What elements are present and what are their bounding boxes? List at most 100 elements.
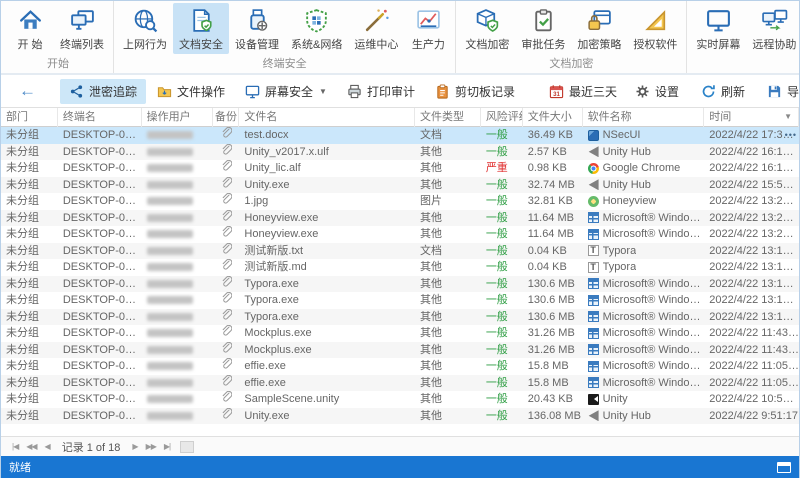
table-row[interactable]: 未分组 DESKTOP-0VIDMDJ Unity_v2017.x.ulf 其他 一般 2… (1, 143, 799, 161)
pager-prev-button[interactable]: ◀ (42, 441, 53, 452)
cell-file-name: SampleScene.unity (244, 393, 340, 405)
table-row[interactable]: 未分组 DESKTOP-0VIDMDJ 测试新版.txt 文档 一般 0.04 KB Typ… (1, 242, 799, 260)
ribbon-item-ops-center[interactable]: 运维中心 (348, 3, 404, 54)
cell-file-type: 其他 (419, 228, 442, 240)
print-audit-icon (347, 84, 362, 99)
pager-prev-button[interactable]: ◀◀ (23, 441, 39, 452)
table-row[interactable]: 未分组 DESKTOP-0VIDMDJ Mockplus.exe 其他 一般 31.26 … (1, 341, 799, 358)
ribbon-item-remote-assist[interactable]: 远程协助 (746, 3, 800, 54)
software-icon-mswin (587, 344, 599, 356)
software-icon-nsecui (587, 129, 599, 141)
table-row[interactable]: 未分组 DESKTOP-0VIDMDJ Typora.exe 其他 一般 130.6 MB… (1, 275, 799, 292)
pager-next-button[interactable]: ▶| (161, 441, 173, 452)
pager-prev-button[interactable]: |◀ (9, 441, 21, 452)
ribbon-item-web-behavior[interactable]: 上网行为 (117, 3, 173, 54)
ribbon-item-doc-encrypt[interactable]: 文档加密 (459, 3, 515, 54)
app-window: 开 始终端列表 开始 上网行为 文档安全 设备管理 系统&网络 运维中心 生产力 终端安全 文档加… (0, 0, 800, 478)
cell-risk-level: 一般 (485, 310, 508, 323)
table-row[interactable]: 未分组 DESKTOP-0VIDMDJ Unity_lic.alf 其他 严重 0.98 … (1, 160, 799, 177)
cell-software-name: Microsoft® Windows® Oper... (583, 210, 704, 227)
column-header-user[interactable]: 操作用户 (142, 107, 214, 127)
column-header-file[interactable]: 文件名 (239, 107, 415, 127)
cell-risk-level: 一般 (485, 277, 508, 290)
paperclip-icon (221, 160, 233, 177)
toolbar-button-settings[interactable]: 设置 (626, 79, 688, 104)
column-header-terminal[interactable]: 终端名 (58, 107, 142, 127)
pager-size-box[interactable] (180, 440, 195, 453)
status-window-icon[interactable] (777, 461, 791, 473)
redacted-user-chip (146, 213, 193, 222)
table-row[interactable]: 未分组 DESKTOP-0VIDMDJ SampleScene.unity 其他 一般 2… (1, 391, 799, 408)
cell-department: 未分组 (6, 129, 39, 141)
cell-file-type: 其他 (419, 261, 442, 273)
cell-time: 2022/4/22 15:53:32 (709, 178, 800, 191)
column-header-clip[interactable]: 备份 (213, 107, 240, 127)
table-row[interactable]: 未分组 DESKTOP-0VIDMDJ effie.exe 其他 一般 15.8 MB Mi… (1, 358, 799, 375)
column-header-size[interactable]: 文件大小 (523, 107, 583, 127)
cell-risk-level: 一般 (485, 261, 508, 273)
table-row[interactable]: 未分组 DESKTOP-0VIDMDJ Unity.exe 其他 一般 32.74 MB U… (1, 176, 800, 193)
column-header-type[interactable]: 文件类型 (415, 107, 481, 127)
ribbon-item-home[interactable]: 开 始 (6, 3, 54, 54)
toolbar-button-file-ops[interactable]: 文件操作 (148, 79, 234, 104)
column-header-dept[interactable]: 部门 (1, 107, 58, 127)
ribbon-item-realtime-screen[interactable]: 实时屏幕 (690, 3, 746, 54)
date-filter-button[interactable]: 31 最近三天 (540, 79, 626, 104)
leak-trace-icon (69, 84, 84, 99)
toolbar-button-export[interactable]: 导出 (758, 79, 800, 104)
ops-center-icon (363, 7, 390, 34)
ribbon-item-encrypt-policy[interactable]: 加密策略 (571, 3, 627, 54)
ribbon-item-doc-security[interactable]: 文档安全 (173, 3, 229, 54)
cell-time: 2022/4/22 16:16:25 (709, 162, 800, 174)
toolbar-button-clipboard-record[interactable]: 剪切板记录 (426, 79, 524, 104)
ribbon-item-terminal-list[interactable]: 终端列表 (54, 3, 110, 54)
cell-file-type: 图片 (419, 195, 442, 207)
paperclip-icon (221, 209, 233, 227)
cell-software-name: Unity Hub (583, 144, 705, 161)
cell-file-size: 130.6 MB (527, 310, 575, 323)
ribbon-item-approval-task[interactable]: 审批任务 (515, 3, 571, 54)
table-row[interactable]: 未分组 DESKTOP-0VIDMDJ Typora.exe 其他 一般 130.6 MB… (1, 308, 799, 326)
ribbon-item-auth-software[interactable]: 授权软件 (627, 3, 683, 54)
calendar-icon: 31 (549, 84, 564, 99)
table-row[interactable]: 未分组 DESKTOP-0VIDMDJ Typora.exe 其他 一般 130.6 MB… (1, 292, 799, 309)
column-header-risk[interactable]: 风险评级 (481, 107, 523, 127)
paperclip-icon (221, 242, 233, 260)
table-row[interactable]: 未分组 DESKTOP-0VIDMDJ Honeyview.exe 其他 一般 11.64… (1, 209, 799, 227)
row-more-button[interactable]: ••• (785, 127, 797, 144)
table-row[interactable]: 未分组 DESKTOP-0VIDMDJ 测试新版.md 其他 一般 0.04 KB Typo… (1, 259, 799, 276)
toolbar-button-refresh[interactable]: 刷新 (692, 79, 754, 104)
cell-file-size: 130.6 MB (527, 277, 575, 290)
cell-risk-level: 一般 (485, 409, 508, 422)
cell-backup (213, 325, 239, 342)
ribbon-item-sys-network[interactable]: 系统&网络 (285, 3, 348, 54)
cell-terminal-name: DESKTOP-0VIDMDJ (62, 178, 142, 191)
table-row[interactable]: 未分组 DESKTOP-0VIDMDJ Honeyview.exe 其他 一般 11.64… (1, 226, 799, 243)
column-header-time[interactable]: 时间 ▼ (704, 107, 800, 127)
column-header-soft[interactable]: 软件名称 (583, 107, 705, 127)
redacted-user-chip (146, 312, 193, 321)
software-icon-mswin (587, 360, 599, 372)
table-row[interactable]: 未分组 DESKTOP-0VIDMDJ effie.exe 其他 一般 15.8 MB Mi… (1, 374, 799, 391)
ribbon-item-productivity[interactable]: 生产力 (404, 3, 452, 54)
cell-user-redacted (142, 309, 214, 326)
cell-file-size: 2.57 KB (527, 145, 567, 158)
cell-file-name: Unity.exe (244, 409, 290, 422)
cell-department: 未分组 (6, 360, 39, 372)
software-icon-mswin (587, 294, 599, 306)
toolbar-button-leak-trace[interactable]: 泄密追踪 (60, 78, 147, 104)
pager-next-button[interactable]: ▶▶ (143, 441, 159, 452)
table-row[interactable]: 未分组 DESKTOP-0VIDMDJ Unity.exe 其他 一般 136.08 MB… (1, 407, 799, 424)
back-button[interactable]: ← (11, 79, 44, 103)
table-row[interactable]: 未分组 DESKTOP-0VIDMDJ test.docx 文档 一般 36.49 KB N… (1, 127, 799, 144)
software-icon-mswin (587, 327, 599, 339)
pager-next-button[interactable]: ▶ (129, 441, 140, 452)
toolbar-button-print-audit[interactable]: 打印审计 (338, 79, 424, 104)
table-row[interactable]: 未分组 DESKTOP-0VIDMDJ Mockplus.exe 其他 一般 31.26 … (1, 325, 799, 342)
cell-risk-level: 一般 (485, 129, 508, 141)
cell-file-type: 其他 (419, 343, 442, 356)
cell-file-name: effie.exe (244, 360, 286, 372)
ribbon-item-device-mgmt[interactable]: 设备管理 (229, 3, 285, 54)
toolbar-button-screen-safe[interactable]: 屏幕安全 ▼ (236, 79, 336, 104)
table-row[interactable]: 未分组 DESKTOP-0VIDMDJ 1.jpg 图片 一般 32.81 KB Honey… (1, 193, 799, 210)
